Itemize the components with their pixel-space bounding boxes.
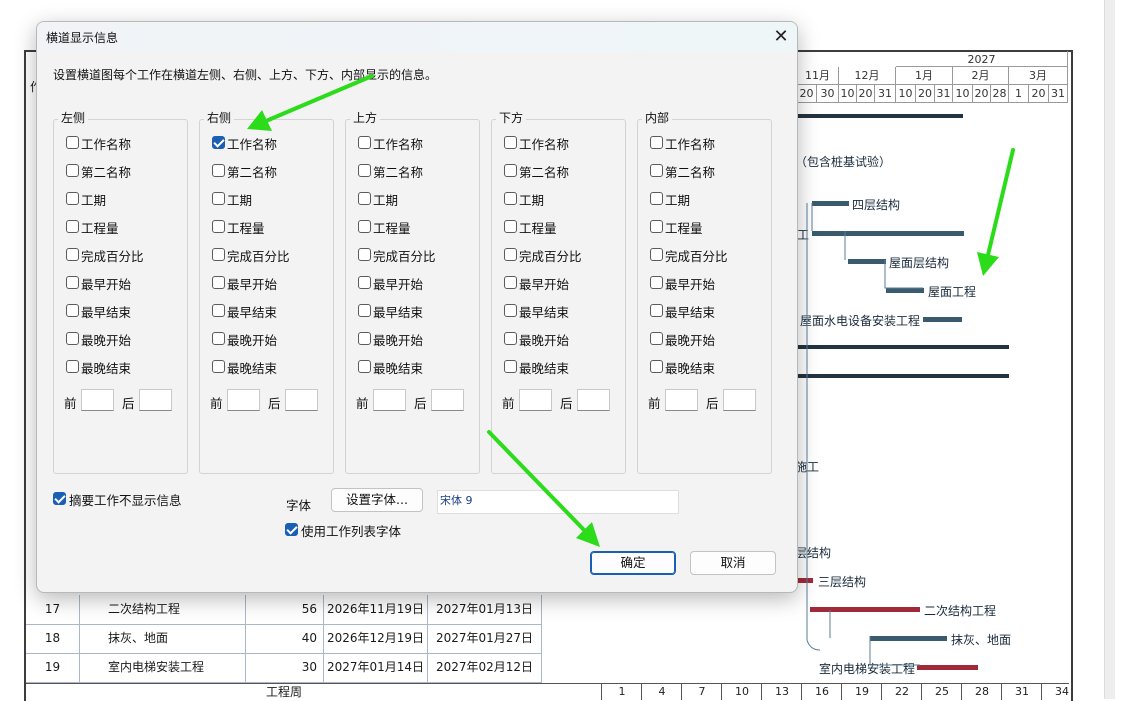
annotation-arrows	[247, 74, 1015, 547]
